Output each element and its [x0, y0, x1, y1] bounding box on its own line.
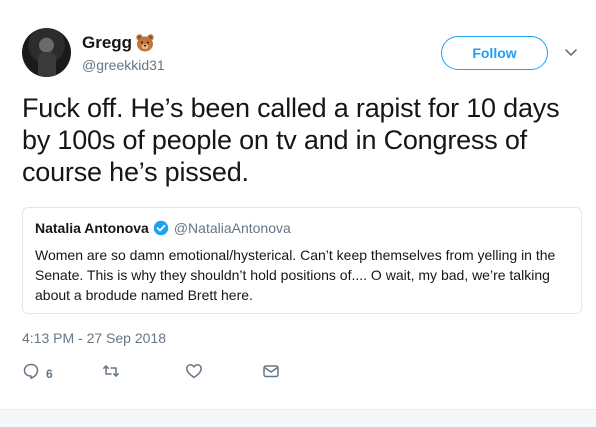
tweet-card: Gregg @greekkid31 Follow Fuck off. He’s …: [0, 0, 596, 427]
direct-message-button[interactable]: [262, 362, 280, 385]
verified-badge-icon: [153, 220, 169, 236]
bear-face-icon: [135, 33, 155, 53]
like-button[interactable]: [185, 362, 203, 385]
envelope-icon: [262, 362, 280, 385]
author-name-row[interactable]: Gregg: [82, 33, 155, 53]
reply-button[interactable]: 6: [22, 362, 53, 385]
author-handle[interactable]: @greekkid31: [82, 57, 165, 73]
tweet-text: Fuck off. He’s been called a rapist for …: [22, 93, 560, 187]
quoted-author-handle: @NataliaAntonova: [173, 220, 291, 236]
quoted-tweet-text: Women are so damn emotional/hysterical. …: [35, 247, 556, 303]
reply-area-strip: [0, 410, 596, 427]
reply-icon: [22, 362, 40, 385]
follow-button[interactable]: Follow: [441, 36, 548, 70]
author-display-name[interactable]: Gregg: [82, 33, 132, 53]
quoted-author-name: Natalia Antonova: [35, 220, 149, 236]
quoted-tweet-header: Natalia Antonova @NataliaAntonova: [35, 220, 291, 236]
heart-icon: [185, 362, 203, 385]
tweet-timestamp[interactable]: 4:13 PM - 27 Sep 2018: [22, 330, 166, 346]
retweet-icon: [102, 362, 120, 385]
chevron-down-icon[interactable]: [563, 44, 579, 60]
reply-count: 6: [46, 366, 53, 381]
retweet-button[interactable]: [102, 362, 120, 385]
quoted-tweet[interactable]: Natalia Antonova @NataliaAntonova Women …: [22, 207, 582, 314]
avatar[interactable]: [22, 28, 71, 77]
